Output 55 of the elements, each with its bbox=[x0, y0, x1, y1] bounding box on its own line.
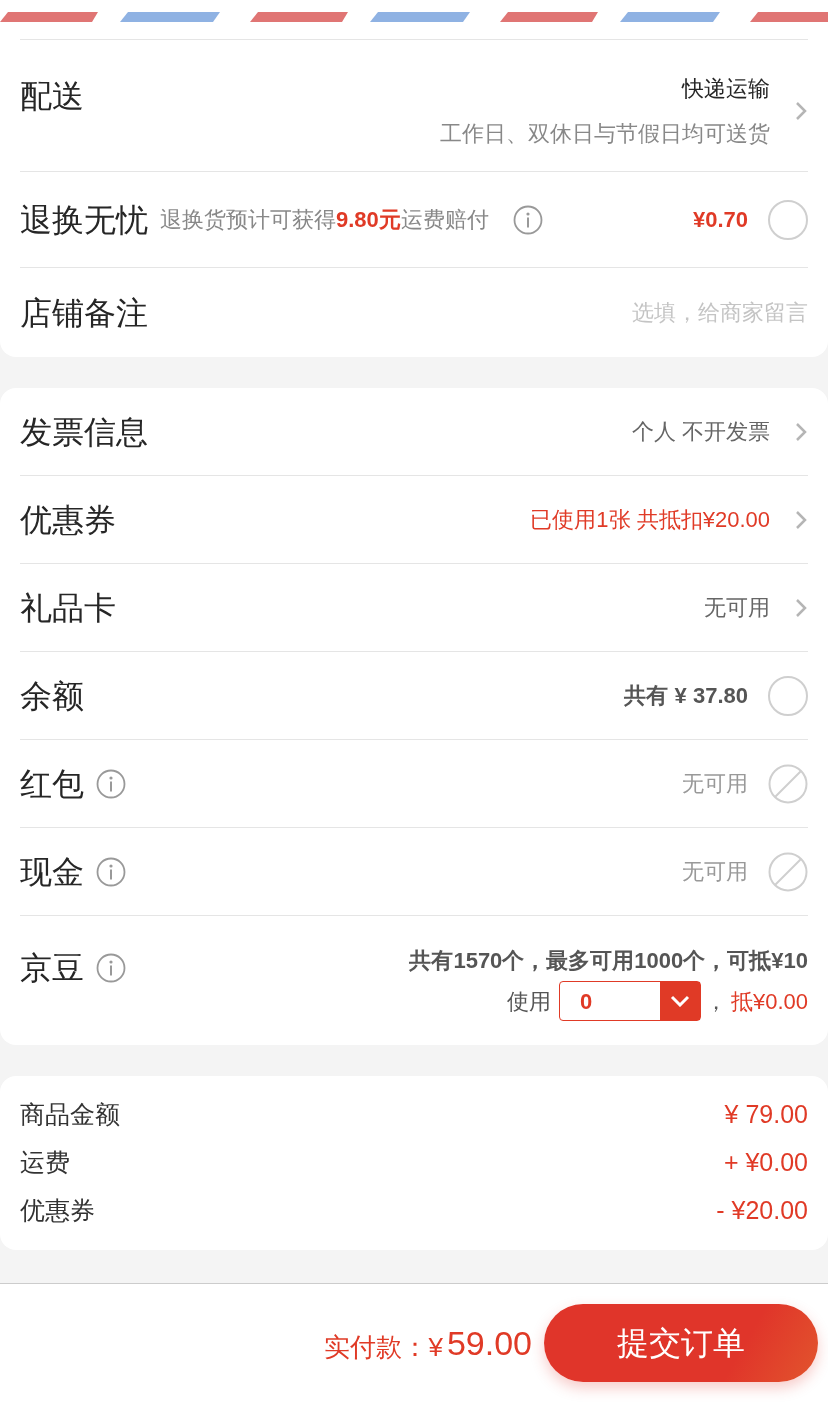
row-value: 无可用 bbox=[682, 858, 748, 886]
delivery-note: 工作日、双休日与节假日均可送货 bbox=[440, 120, 770, 148]
separator: ， bbox=[704, 987, 727, 1016]
row-label: 礼品卡 bbox=[20, 588, 116, 628]
row-label: 店铺备注 bbox=[20, 293, 148, 333]
payment-row[interactable]: 优惠券 已使用1张 共抵扣¥20.00 bbox=[20, 476, 808, 564]
info-icon[interactable] bbox=[96, 856, 126, 887]
row-value: 个人 不开发票 bbox=[631, 418, 770, 446]
currency-symbol: ¥ bbox=[428, 1330, 443, 1364]
row-label: 余额 bbox=[20, 676, 84, 716]
payment-row[interactable]: 礼品卡 无可用 bbox=[20, 564, 808, 652]
unavailable-icon bbox=[768, 763, 808, 804]
chevron-right-icon bbox=[794, 596, 808, 619]
payment-row[interactable]: 红包 无可用 bbox=[20, 740, 808, 828]
chevron-right-icon bbox=[794, 508, 808, 531]
beans-amount-select[interactable]: 0 bbox=[558, 981, 701, 1021]
note-field[interactable]: 选填，给商家留言 bbox=[408, 296, 808, 329]
payment-row[interactable]: 余额 共有 ¥ 37.80 bbox=[20, 652, 808, 740]
beans-discount: 抵¥0.00 bbox=[730, 987, 808, 1016]
summary-amount: - ¥20.00 bbox=[716, 1195, 808, 1227]
total-amount: 59.00 bbox=[446, 1322, 532, 1364]
delivery-method: 快递运输 bbox=[682, 75, 770, 103]
unavailable-icon bbox=[768, 851, 808, 892]
row-label: 红包 bbox=[20, 764, 84, 804]
radio-button[interactable] bbox=[768, 675, 808, 716]
chevron-right-icon bbox=[794, 420, 808, 443]
info-icon[interactable] bbox=[512, 204, 543, 235]
summary-label: 商品金额 bbox=[20, 1099, 120, 1131]
row-label: 发票信息 bbox=[20, 412, 148, 452]
row-label: 优惠券 bbox=[20, 500, 116, 540]
summary-amount: ¥ 79.00 bbox=[724, 1099, 808, 1131]
payment-row[interactable]: 现金 无可用 bbox=[20, 828, 808, 916]
return-price: ¥0.70 bbox=[692, 206, 748, 234]
radio-button[interactable] bbox=[768, 199, 808, 240]
payment-row[interactable]: 发票信息 个人 不开发票 bbox=[20, 388, 808, 476]
summary-label: 优惠券 bbox=[20, 1195, 95, 1227]
beans-summary: 共有1570个，最多可用1000个，可抵¥10 bbox=[409, 947, 808, 975]
summary-amount: + ¥0.00 bbox=[723, 1147, 808, 1179]
total-label: 实付款： bbox=[324, 1330, 429, 1364]
info-icon[interactable] bbox=[96, 768, 126, 799]
row-value: 无可用 bbox=[682, 770, 748, 798]
row-label: 配送 bbox=[20, 77, 84, 116]
use-label: 使用 bbox=[506, 987, 551, 1016]
row-value: 共有 ¥ 37.80 bbox=[624, 682, 748, 710]
chevron-right-icon bbox=[794, 100, 808, 122]
summary-label: 运费 bbox=[20, 1147, 70, 1179]
info-icon[interactable] bbox=[96, 953, 126, 983]
submit-order-button[interactable]: 提交订单 bbox=[544, 1304, 818, 1382]
chevron-down-icon bbox=[669, 995, 690, 1007]
row-label: 退换无忧 bbox=[20, 200, 148, 240]
row-value: 无可用 bbox=[704, 594, 770, 622]
row-label: 京豆 bbox=[20, 949, 84, 988]
row-label: 现金 bbox=[20, 852, 84, 892]
return-description: 退换货预计可获得9.80元运费赔付 bbox=[160, 206, 489, 234]
row-value: 已使用1张 共抵扣¥20.00 bbox=[530, 506, 770, 534]
